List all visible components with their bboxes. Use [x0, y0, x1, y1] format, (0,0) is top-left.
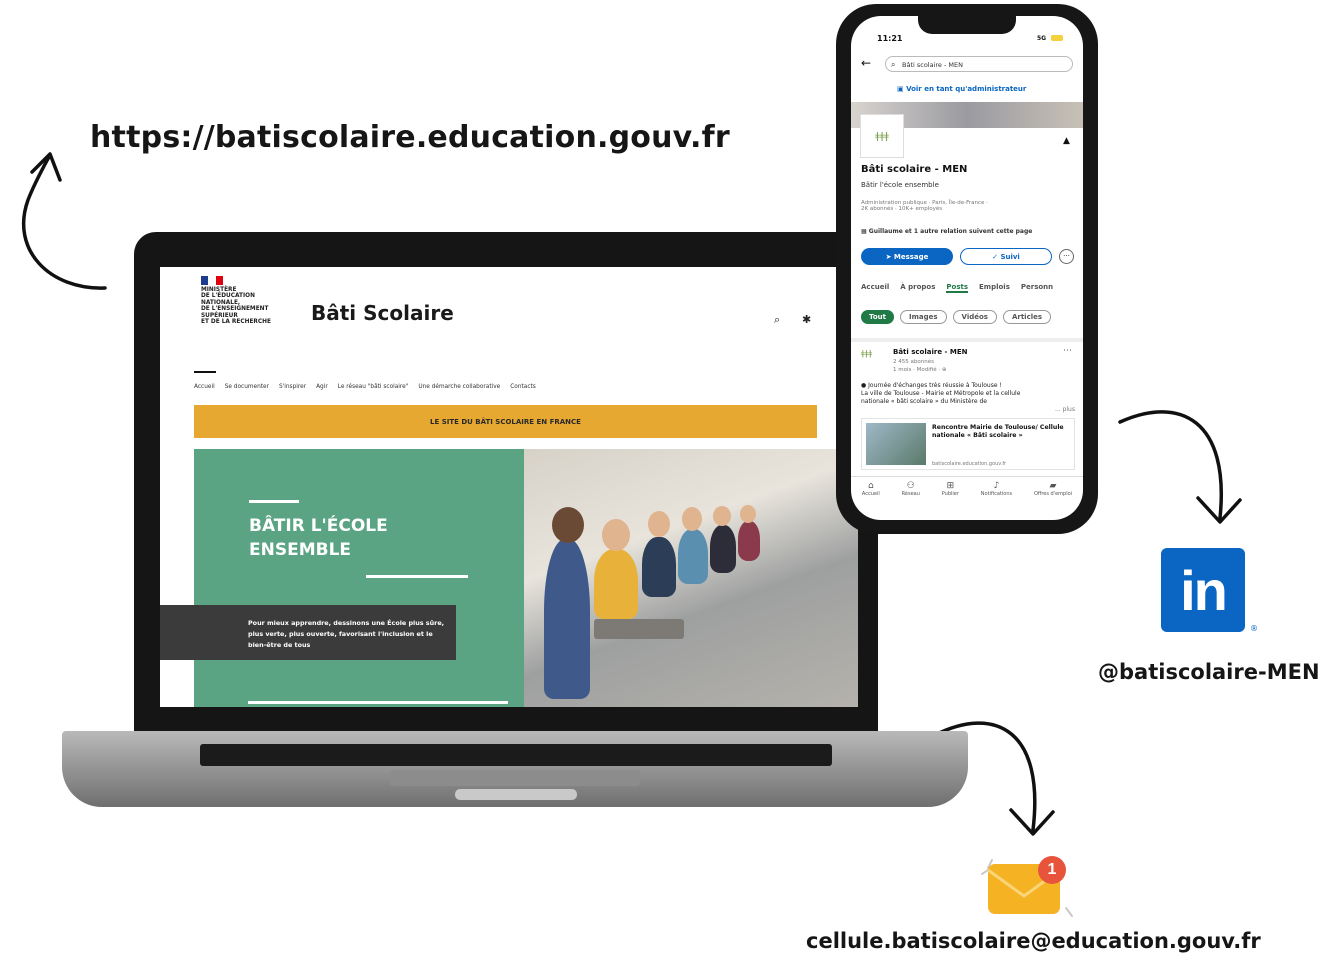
main-nav: Accueil Se documenter S'inspirer Agir Le…: [194, 384, 536, 390]
bottom-nav-network[interactable]: ⚇ Réseau: [902, 481, 920, 520]
linkedin-logo-text: in: [1180, 558, 1228, 622]
post-menu-icon[interactable]: ⋯: [1063, 346, 1072, 356]
hero-accent-line: [366, 575, 468, 578]
nav-item-sinspirer[interactable]: S'inspirer: [279, 384, 306, 390]
tab-personnes[interactable]: Personn: [1021, 283, 1053, 293]
post-author-logo: ǂǂǂ: [861, 349, 873, 358]
arrow-to-linkedin-icon: [1118, 410, 1242, 524]
divider: [851, 338, 1083, 342]
bottom-nav-notifications[interactable]: ♪ Notifications: [981, 481, 1012, 520]
page-name: Bâti scolaire - MEN: [861, 164, 968, 175]
nav-item-se-documenter[interactable]: Se documenter: [225, 384, 269, 390]
company-logo: ǂǂǂ: [860, 114, 904, 158]
nav-item-accueil[interactable]: Accueil: [194, 384, 215, 390]
french-flag-icon: [201, 276, 223, 285]
website-url[interactable]: https://batiscolaire.education.gouv.fr: [90, 120, 730, 155]
admin-view-link[interactable]: ▣ Voir en tant qu'administrateur: [897, 85, 1026, 93]
linkedin-handle[interactable]: @batiscolaire-MEN: [1098, 660, 1320, 684]
bottom-nav: ⌂ Accueil ⚇ Réseau ⊞ Publier ♪ Notifications…: [851, 476, 1083, 520]
phone-signal: 5G: [1037, 35, 1047, 42]
followers-note: ▦ Guillaume et 1 autre relation suivent …: [861, 228, 1033, 235]
site-banner: LE SITE DU BÂTI SCOLAIRE EN FRANCE: [194, 405, 817, 438]
follow-button[interactable]: ✓ Suivi: [960, 248, 1052, 265]
bell-icon: ♪: [993, 481, 1000, 491]
nav-item-reseau[interactable]: Le réseau "bâti scolaire": [338, 384, 409, 390]
hero-title: BÂTIR L'ÉCOLE ENSEMBLE: [249, 516, 388, 560]
notification-badge: 1: [1038, 856, 1066, 884]
laptop-screen: MINISTÈRE DE L'ÉDUCATION NATIONALE, DE L…: [160, 267, 858, 707]
post-text: ● Journée d'échanges très réussie à Toul…: [861, 382, 1075, 413]
battery-icon: [1051, 35, 1063, 41]
bell-icon[interactable]: ▲: [1063, 136, 1070, 146]
tab-a-propos[interactable]: À propos: [900, 283, 935, 293]
arrow-to-url-icon: [21, 152, 107, 290]
link-card-url: batiscolaire.education.gouv.fr: [932, 461, 1007, 467]
tab-posts[interactable]: Posts: [946, 283, 968, 293]
post-filters: Tout Images Vidéos Articles: [861, 310, 1052, 324]
bottom-nav-home[interactable]: ⌂ Accueil: [862, 481, 880, 520]
page-tagline: Bâtir l'école ensemble: [861, 181, 939, 189]
hero-accent-line: [249, 500, 299, 503]
bottom-nav-jobs[interactable]: ▰ Offres d'emploi: [1034, 481, 1072, 520]
email-address[interactable]: cellule.batiscolaire@education.gouv.fr: [806, 929, 1261, 953]
phone-notch: [918, 14, 1016, 34]
search-icon[interactable]: ⌕: [774, 313, 780, 327]
message-button[interactable]: ➤ Message: [861, 248, 953, 265]
bottom-nav-post[interactable]: ⊞ Publier: [942, 481, 959, 520]
page-meta: Administration publique · Paris, Île-de-…: [861, 200, 988, 212]
filter-videos[interactable]: Vidéos: [952, 310, 997, 324]
tab-emplois[interactable]: Emplois: [979, 283, 1010, 293]
nav-item-contacts[interactable]: Contacts: [510, 384, 536, 390]
filter-tout[interactable]: Tout: [861, 310, 894, 324]
nav-active-indicator: [194, 371, 216, 373]
filter-articles[interactable]: Articles: [1002, 310, 1052, 324]
phone-time: 11:21: [877, 34, 903, 43]
link-card[interactable]: Rencontre Mairie de Toulouse/ Cellule na…: [861, 418, 1075, 470]
briefcase-icon: ▰: [1049, 481, 1057, 491]
phone-screen: 11:21 5G ← ⌕ Bâti scolaire - MEN ▣ Voir …: [851, 16, 1083, 520]
laptop-trackpad: [390, 770, 640, 786]
link-card-thumbnail: [866, 423, 926, 465]
site-title[interactable]: Bâti Scolaire: [311, 301, 454, 325]
hero-panel: [194, 449, 524, 707]
home-icon: ⌂: [867, 481, 874, 491]
more-icon[interactable]: ···: [1059, 249, 1074, 264]
post-icon: ⊞: [946, 481, 955, 491]
post-followers: 2 455 abonnés: [893, 359, 934, 365]
tab-accueil[interactable]: Accueil: [861, 283, 889, 293]
nav-item-demarche[interactable]: Une démarche collaborative: [418, 384, 500, 390]
ministry-logo-text: MINISTÈRE DE L'ÉDUCATION NATIONALE, DE L…: [201, 287, 271, 326]
page-tabs: Accueil À propos Posts Emplois Personn: [861, 283, 1053, 293]
hero-bottom-line: [248, 701, 508, 704]
search-input[interactable]: ⌕ Bâti scolaire - MEN: [885, 56, 1073, 72]
hero-photo: [524, 449, 858, 707]
post-author[interactable]: Bâti scolaire - MEN: [893, 348, 967, 356]
link-card-title: Rencontre Mairie de Toulouse/ Cellule na…: [932, 424, 1064, 439]
registered-mark-icon: ®: [1250, 624, 1258, 633]
network-icon: ⚇: [906, 481, 915, 491]
filter-images[interactable]: Images: [899, 310, 947, 324]
post-time: 1 mois · Modifié · ⊕: [893, 367, 947, 373]
hero-description: Pour mieux apprendre, dessinons une Écol…: [248, 619, 445, 649]
theme-icon[interactable]: ✱: [802, 313, 811, 326]
back-arrow-icon[interactable]: ←: [861, 56, 871, 70]
laptop-notch: [455, 789, 577, 800]
nav-item-agir[interactable]: Agir: [316, 384, 328, 390]
search-icon: ⌕: [891, 60, 896, 69]
laptop-keyboard: [200, 744, 832, 766]
